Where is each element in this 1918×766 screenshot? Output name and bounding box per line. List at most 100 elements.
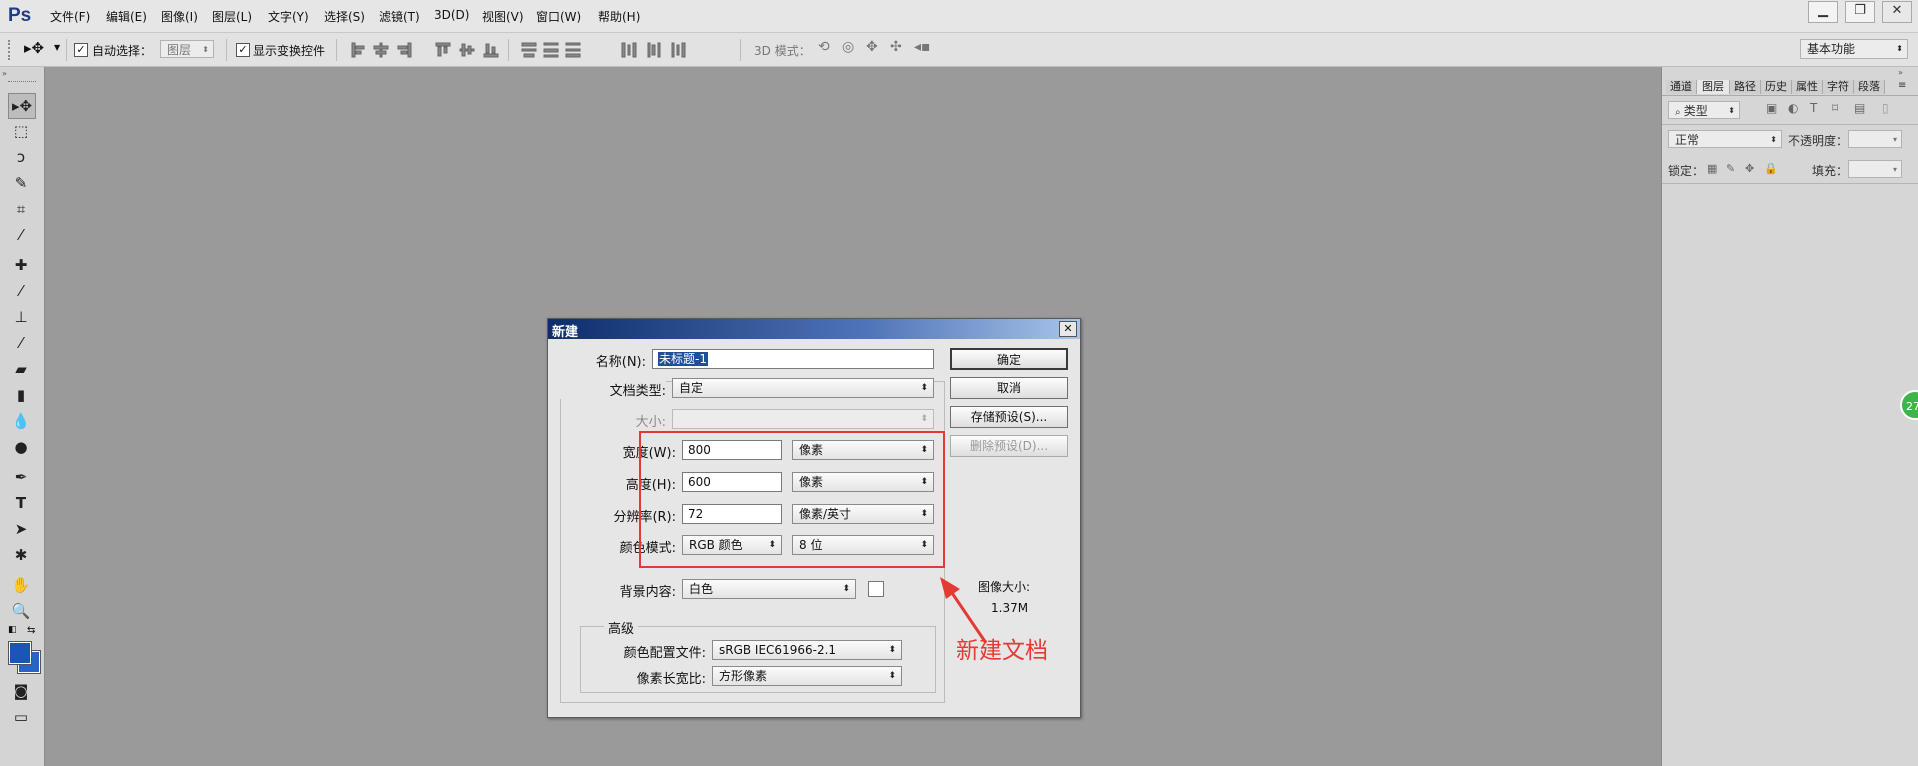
crop-tool-icon[interactable]: ⌗ xyxy=(8,197,34,221)
filter-smart-icon[interactable]: ▤ xyxy=(1854,101,1865,115)
filter-type-icon[interactable]: T xyxy=(1810,101,1817,115)
lock-transparent-icon[interactable]: ▦ xyxy=(1707,162,1717,175)
background-color-swatch[interactable] xyxy=(868,581,884,597)
tab-history[interactable]: 历史 xyxy=(1761,80,1792,94)
foreground-color-swatch[interactable] xyxy=(8,641,32,665)
stamp-tool-icon[interactable]: ⊥ xyxy=(8,305,34,329)
move-tool-icon[interactable]: ▸✥ xyxy=(8,93,36,119)
dodge-tool-icon[interactable]: ● xyxy=(8,435,34,459)
filter-pixel-icon[interactable]: ▣ xyxy=(1766,101,1777,115)
collapse-icon[interactable]: » xyxy=(1898,68,1903,77)
distribute-horizontal-icons[interactable] xyxy=(620,41,730,59)
marquee-tool-icon[interactable]: ⬚ xyxy=(8,119,34,143)
cancel-button[interactable]: 取消 xyxy=(950,377,1068,399)
minimize-button[interactable]: ▁ xyxy=(1808,1,1838,23)
menu-file[interactable]: 文件(F) xyxy=(50,8,90,25)
name-field[interactable]: 未标题-1 xyxy=(652,349,934,369)
blur-tool-icon[interactable]: 💧 xyxy=(8,409,34,433)
divider xyxy=(1662,183,1918,184)
blend-mode-dropdown[interactable]: 正常 ⬍ xyxy=(1668,130,1782,148)
menu-type[interactable]: 文字(Y) xyxy=(268,8,309,25)
workspace-value: 基本功能 xyxy=(1807,42,1856,56)
lock-pixels-icon[interactable]: ✎ xyxy=(1726,162,1735,175)
pixel-aspect-dropdown[interactable]: 方形像素 ⬍ xyxy=(712,666,902,686)
lock-all-icon[interactable]: 🔒 xyxy=(1764,162,1778,175)
filter-toggle-icon[interactable]: ▯ xyxy=(1882,101,1889,115)
restore-button[interactable]: ❐ xyxy=(1845,1,1875,23)
hand-tool-icon[interactable]: ✋ xyxy=(8,573,34,597)
divider xyxy=(508,39,509,61)
show-transform-label: 显示变换控件 xyxy=(253,44,326,58)
move-tool-icon[interactable]: ▸✥ xyxy=(24,39,44,57)
floating-badge[interactable]: 27 xyxy=(1900,390,1918,420)
lasso-tool-icon[interactable]: ↄ xyxy=(8,145,34,169)
filter-adjust-icon[interactable]: ◐ xyxy=(1788,101,1798,115)
swap-colors-icon[interactable]: ⇆ xyxy=(27,625,35,636)
preset-dropdown[interactable]: 自定 ⬍ xyxy=(672,378,934,398)
slide-3d-icon[interactable]: ✣ xyxy=(890,39,902,55)
color-profile-value: sRGB IEC61966-2.1 xyxy=(719,643,837,657)
workspace-dropdown[interactable]: 基本功能 ⬍ xyxy=(1800,39,1908,59)
dialog-close-icon[interactable]: ✕ xyxy=(1059,321,1077,337)
drag-3d-icon[interactable]: ✥ xyxy=(866,39,878,55)
quick-select-tool-icon[interactable]: ✎ xyxy=(8,171,34,195)
menu-layer[interactable]: 图层(L) xyxy=(212,8,252,25)
eyedropper-tool-icon[interactable]: ⁄ xyxy=(8,223,34,247)
layers-panel: » 通道 图层 路径 历史 属性 字符 段落 ≡ ⌕ 类型 ⬍ ▣ ◐ T ⌑ ▤… xyxy=(1661,67,1918,766)
gradient-tool-icon[interactable]: ▮ xyxy=(8,383,34,407)
roll-3d-icon[interactable]: ◎ xyxy=(842,39,854,55)
filter-shape-icon[interactable]: ⌑ xyxy=(1832,101,1838,115)
tab-paragraph[interactable]: 段落 xyxy=(1854,80,1885,94)
layer-filter-dropdown[interactable]: ⌕ 类型 ⬍ xyxy=(1668,101,1740,119)
opacity-label: 不透明度： xyxy=(1788,134,1849,148)
lock-position-icon[interactable]: ✥ xyxy=(1745,162,1754,175)
history-brush-icon[interactable]: ⁄ xyxy=(8,331,34,355)
grip-icon xyxy=(8,81,36,84)
menu-help[interactable]: 帮助(H) xyxy=(598,8,640,25)
color-profile-dropdown[interactable]: sRGB IEC61966-2.1 ⬍ xyxy=(712,640,902,660)
auto-select-dropdown[interactable]: 图层 ⬍ xyxy=(160,40,214,58)
shape-tool-icon[interactable]: ✱ xyxy=(8,543,34,567)
rotate-3d-icon[interactable]: ⟲ xyxy=(818,39,830,55)
tab-channels[interactable]: 通道 xyxy=(1666,80,1697,94)
menu-image[interactable]: 图像(I) xyxy=(161,8,198,25)
tab-layers[interactable]: 图层 xyxy=(1697,80,1730,94)
type-tool-icon[interactable]: T xyxy=(8,491,34,515)
menu-window[interactable]: 窗口(W) xyxy=(536,8,581,25)
screen-mode-icon[interactable]: ▭ xyxy=(8,705,34,729)
auto-select-label: 自动选择： xyxy=(92,44,153,58)
collapse-icon[interactable]: » xyxy=(2,69,7,78)
menu-filter[interactable]: 滤镜(T) xyxy=(379,8,420,25)
photoshop-logo: Ps xyxy=(8,5,32,26)
background-dropdown[interactable]: 白色 ⬍ xyxy=(682,579,856,599)
healing-brush-icon[interactable]: ✚ xyxy=(8,253,34,277)
tab-character[interactable]: 字符 xyxy=(1823,80,1854,94)
panel-menu-icon[interactable]: ≡ xyxy=(1898,80,1906,91)
brush-tool-icon[interactable]: ⁄ xyxy=(8,279,34,303)
menu-edit[interactable]: 编辑(E) xyxy=(106,8,147,25)
eraser-tool-icon[interactable]: ▰ xyxy=(8,357,34,381)
tab-properties[interactable]: 属性 xyxy=(1792,80,1823,94)
menu-view[interactable]: 视图(V) xyxy=(482,8,524,25)
auto-select-checkbox[interactable]: ✓ xyxy=(74,43,88,57)
quick-mask-icon[interactable]: ◙ xyxy=(8,679,34,703)
distribute-icons[interactable] xyxy=(520,41,620,59)
divider xyxy=(66,39,67,61)
tab-paths[interactable]: 路径 xyxy=(1730,80,1761,94)
menu-3d[interactable]: 3D(D) xyxy=(434,8,469,22)
close-button[interactable]: ✕ xyxy=(1882,1,1912,23)
default-colors-icon[interactable]: ◧ xyxy=(8,625,17,635)
menu-select[interactable]: 选择(S) xyxy=(324,8,365,25)
opacity-input[interactable]: ▾ xyxy=(1848,130,1902,148)
divider xyxy=(1662,124,1918,125)
path-select-icon[interactable]: ➤ xyxy=(8,517,34,541)
pen-tool-icon[interactable]: ✒ xyxy=(8,465,34,489)
save-preset-button[interactable]: 存储预设(S)... xyxy=(950,406,1068,428)
ok-button[interactable]: 确定 xyxy=(950,348,1068,370)
fill-input[interactable]: ▾ xyxy=(1848,160,1902,178)
align-icons[interactable] xyxy=(350,41,500,59)
show-transform-checkbox[interactable]: ✓ xyxy=(236,43,250,57)
scale-3d-icon[interactable]: ◂▪ xyxy=(914,39,931,55)
chevron-down-icon[interactable]: ▼ xyxy=(54,43,60,52)
zoom-tool-icon[interactable]: 🔍 xyxy=(8,599,34,623)
